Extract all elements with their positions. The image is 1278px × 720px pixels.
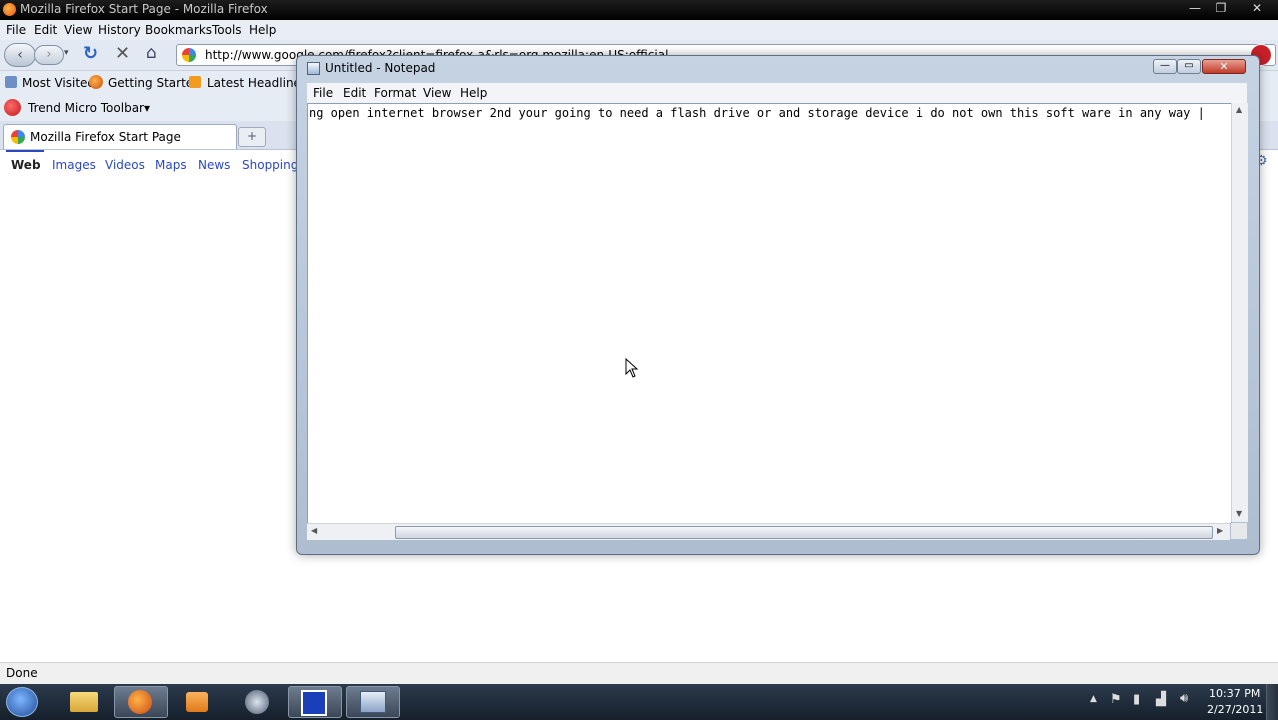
notepad-horizontal-scrollbar[interactable]: ◀ ▶ (307, 523, 1230, 540)
notepad-minimize-button[interactable]: — (1153, 59, 1177, 74)
taskbar-notepad[interactable] (346, 686, 400, 718)
menu-help[interactable]: Help (249, 23, 276, 37)
back-button[interactable]: ‹ (4, 43, 36, 67)
start-button[interactable] (6, 687, 38, 717)
notepad-text: ng open internet browser 2nd your going … (309, 106, 1205, 120)
trend-micro-icon (4, 99, 21, 116)
google-link-maps[interactable]: Maps (155, 158, 187, 172)
notepad-close-button[interactable]: ✕ (1202, 59, 1246, 74)
menu-tools[interactable]: Tools (212, 23, 242, 37)
firefox-menubar: File Edit View History Bookmarks Tools H… (0, 20, 1278, 40)
notepad-vertical-scrollbar[interactable]: ▲ ▼ (1231, 103, 1248, 522)
google-tab-underline (6, 150, 44, 152)
tab-firefox-start-page[interactable]: Mozilla Firefox Start Page (3, 124, 237, 149)
firefox-window-title: Mozilla Firefox Start Page - Mozilla Fir… (20, 2, 268, 16)
stop-icon[interactable]: ✕ (115, 43, 130, 64)
close-button[interactable]: ✕ (1242, 0, 1272, 18)
menu-view[interactable]: View (64, 23, 92, 37)
taskbar-explorer[interactable] (56, 686, 110, 718)
notepad-window: Untitled - Notepad — ▭ ✕ File Edit Forma… (296, 55, 1260, 555)
notepad-menu-help[interactable]: Help (460, 86, 487, 100)
clock-date[interactable]: 2/27/2011 (1207, 703, 1263, 716)
taskbar-media-player[interactable] (170, 686, 224, 718)
network-signal-icon[interactable]: ▟ (1156, 692, 1166, 707)
menu-file[interactable]: File (6, 23, 26, 37)
power-icon[interactable]: ▮ (1133, 692, 1140, 707)
clock-time[interactable]: 10:37 PM (1209, 687, 1260, 700)
status-text: Done (6, 666, 38, 680)
notepad-title: Untitled - Notepad (325, 61, 436, 75)
home-icon[interactable]: ⌂ (146, 43, 157, 63)
tab-label: Mozilla Firefox Start Page (30, 130, 181, 144)
new-tab-button[interactable]: + (238, 127, 266, 147)
trend-micro-label[interactable]: Trend Micro Toolbar▾ (28, 101, 150, 115)
notepad-menubar: File Edit Format View Help (307, 83, 1247, 103)
google-link-news[interactable]: News (198, 158, 230, 172)
tab-favicon-icon (11, 130, 25, 144)
firefox-statusbar: Done (0, 662, 1278, 685)
notepad-menu-format[interactable]: Format (374, 86, 416, 100)
rss-icon (189, 76, 201, 88)
folder-icon (70, 692, 98, 712)
firefox-icon (3, 3, 16, 16)
firefox-taskbar-icon (128, 690, 152, 714)
notepad-menu-file[interactable]: File (313, 86, 333, 100)
scroll-right-arrow-icon[interactable]: ▶ (1217, 526, 1223, 535)
google-link-images[interactable]: Images (52, 158, 96, 172)
restore-button[interactable]: ❐ (1208, 0, 1234, 18)
bookmark-most-visited[interactable]: Most Visited (22, 76, 95, 90)
menu-history[interactable]: History (98, 23, 141, 37)
history-dropdown-icon[interactable]: ▾ (64, 48, 69, 58)
taskbar-firefox[interactable] (114, 686, 168, 718)
show-desktop-button[interactable] (1266, 684, 1278, 720)
scroll-down-arrow-icon[interactable]: ▼ (1236, 509, 1242, 518)
menu-edit[interactable]: Edit (34, 23, 57, 37)
google-link-videos[interactable]: Videos (105, 158, 145, 172)
scroll-up-arrow-icon[interactable]: ▲ (1236, 105, 1242, 114)
firefox-bookmark-icon (89, 75, 103, 89)
bookmark-getting-started[interactable]: Getting Started (108, 76, 201, 90)
show-hidden-icons-icon[interactable]: ▲ (1090, 694, 1097, 704)
forward-button[interactable]: › (34, 45, 64, 65)
scrollbar-corner (1231, 523, 1247, 539)
horizontal-scroll-thumb[interactable] (395, 526, 1213, 539)
taskbar-hp[interactable] (230, 686, 284, 718)
windows-taskbar: ▲ ⚑ ▮ ▟ 🔊︎ 10:37 PM 2/27/2011 (0, 684, 1278, 720)
volume-icon[interactable]: 🔊︎ (1180, 691, 1188, 706)
action-center-flag-icon[interactable]: ⚑ (1110, 692, 1122, 707)
notepad-menu-edit[interactable]: Edit (343, 86, 366, 100)
reload-icon[interactable]: ↻ (83, 43, 98, 64)
most-visited-icon (5, 76, 17, 88)
bookmark-latest-headlines[interactable]: Latest Headlines (207, 76, 307, 90)
notepad-maximize-button[interactable]: ▭ (1177, 59, 1201, 74)
google-link-web[interactable]: Web (11, 158, 41, 172)
hp-icon (245, 690, 269, 714)
firefox-titlebar: Mozilla Firefox Start Page - Mozilla Fir… (0, 0, 1278, 20)
minimize-button[interactable]: — (1182, 0, 1208, 18)
notepad-icon (307, 62, 320, 75)
google-link-shopping[interactable]: Shopping (242, 158, 298, 172)
site-favicon-icon (182, 48, 196, 62)
taskbar-app[interactable] (288, 686, 342, 718)
notepad-text-area[interactable]: ng open internet browser 2nd your going … (307, 103, 1232, 524)
notepad-menu-view[interactable]: View (423, 86, 451, 100)
media-player-icon (186, 692, 208, 712)
app-icon (301, 690, 327, 716)
scroll-left-arrow-icon[interactable]: ◀ (311, 526, 317, 535)
google-links-bar: Web Images Videos Maps News Shopping (0, 150, 300, 180)
notepad-taskbar-icon (360, 691, 386, 713)
mouse-cursor-icon (625, 358, 639, 378)
menu-bookmarks[interactable]: Bookmarks (145, 23, 212, 37)
